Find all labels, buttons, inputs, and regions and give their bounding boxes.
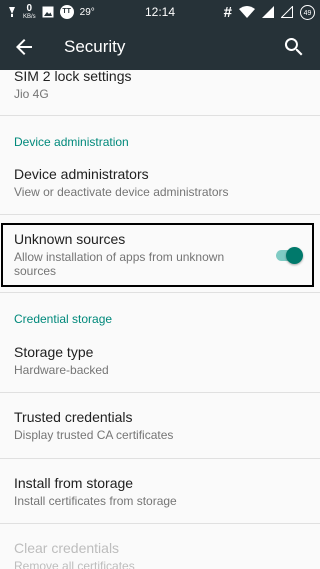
- pref-clear-credentials-summary: Remove all certificates: [14, 559, 135, 569]
- pref-storage-type-summary: Hardware-backed: [14, 363, 109, 377]
- battery-icon: 49: [300, 4, 315, 20]
- divider: [0, 392, 320, 393]
- pref-clear-credentials-title: Clear credentials: [14, 540, 120, 556]
- divider: [0, 292, 320, 293]
- settings-list[interactable]: SIM 2 lock settings Jio 4G Device admini…: [0, 70, 320, 569]
- status-bar: 0 KB/s TT 29° 12:14 # 49: [0, 0, 320, 24]
- pref-trusted-credentials[interactable]: Trusted credentials Display trusted CA c…: [0, 409, 320, 443]
- divider: [0, 458, 320, 459]
- search-button[interactable]: [282, 35, 306, 59]
- pref-clear-credentials: Clear credentials Remove all certificate…: [0, 540, 320, 569]
- pref-sim-lock[interactable]: SIM 2 lock settings Jio 4G: [0, 70, 320, 102]
- pref-trusted-credentials-title: Trusted credentials: [14, 409, 133, 425]
- pref-storage-type-title: Storage type: [14, 344, 94, 360]
- pref-device-administrators-summary: View or deactivate device administrators: [14, 185, 229, 199]
- page-title: Security: [64, 37, 126, 56]
- category-credential-storage: Credential storage: [14, 312, 113, 326]
- hash-icon: #: [223, 3, 232, 21]
- divider: [0, 214, 320, 215]
- wifi-icon: [239, 6, 255, 18]
- divider: [0, 523, 320, 524]
- status-bar-right: # 49: [224, 0, 315, 24]
- pref-sim-lock-title: SIM 2 lock settings: [14, 70, 132, 84]
- category-device-administration: Device administration: [14, 135, 129, 149]
- back-button[interactable]: [12, 35, 36, 59]
- pref-install-from-storage-title: Install from storage: [14, 475, 134, 491]
- divider: [0, 115, 320, 116]
- highlight-box: [1, 223, 314, 287]
- battery-level: 49: [303, 9, 312, 17]
- pref-device-administrators[interactable]: Device administrators View or deactivate…: [0, 166, 320, 200]
- arrow-back-icon: [16, 39, 32, 55]
- pref-device-administrators-title: Device administrators: [14, 166, 149, 182]
- pref-install-from-storage-summary: Install certificates from storage: [14, 494, 177, 508]
- pref-install-from-storage[interactable]: Install from storage Install certificate…: [0, 475, 320, 509]
- pref-trusted-credentials-summary: Display trusted CA certificates: [14, 428, 174, 442]
- signal-empty-icon: [281, 6, 293, 18]
- app-toolbar: Security: [0, 24, 320, 70]
- pref-sim-lock-summary: Jio 4G: [14, 87, 49, 101]
- pref-storage-type[interactable]: Storage type Hardware-backed: [0, 344, 320, 378]
- search-icon: [284, 38, 303, 56]
- signal-icon: [262, 6, 274, 18]
